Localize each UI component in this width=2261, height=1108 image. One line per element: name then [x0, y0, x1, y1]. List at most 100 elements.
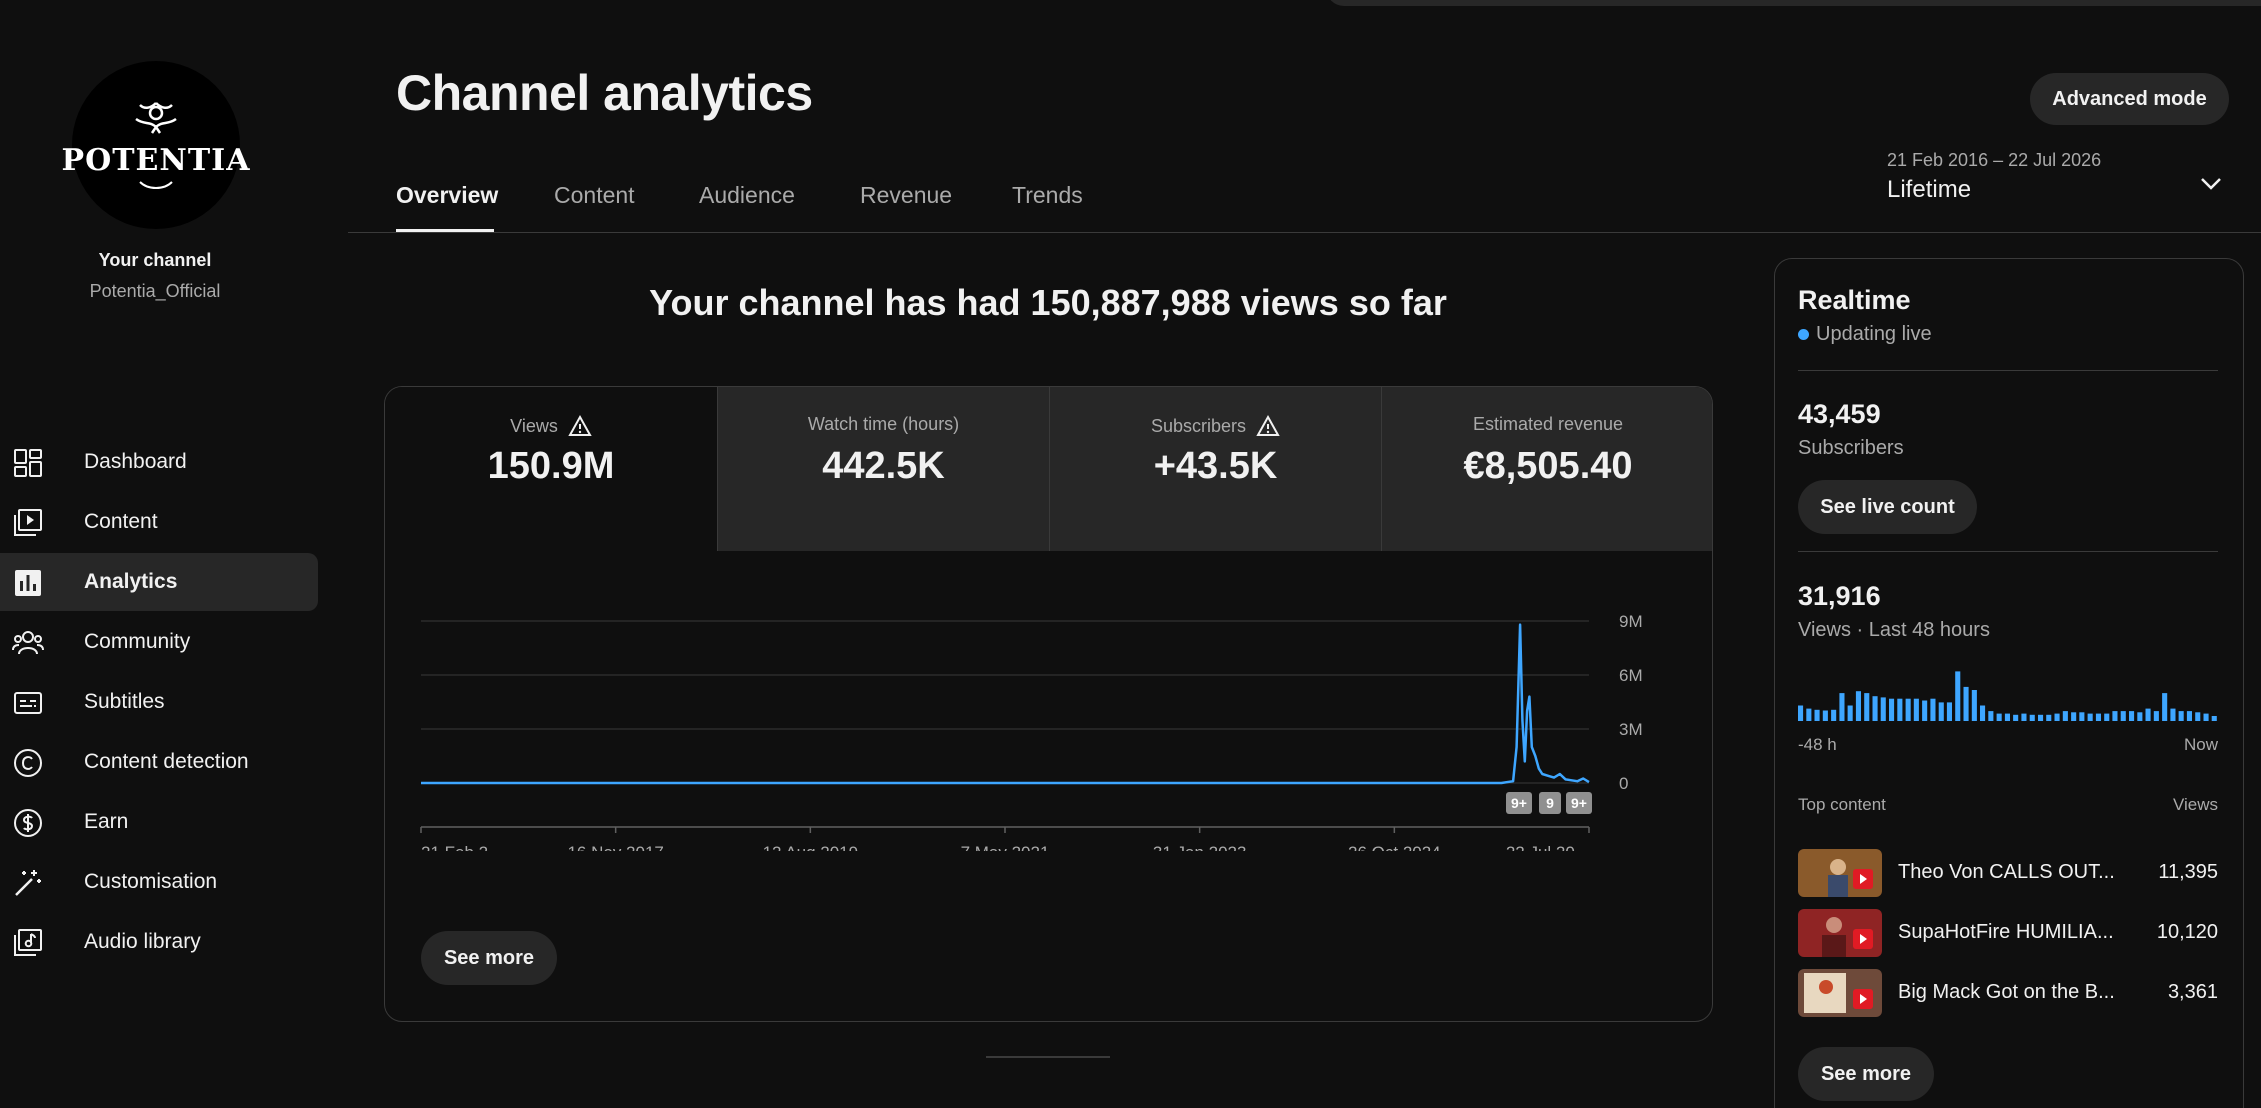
see-live-count-button[interactable]: See live count — [1798, 480, 1977, 534]
realtime-bar[interactable] — [2203, 713, 2209, 721]
warning-icon[interactable] — [1256, 414, 1280, 438]
metric-card-subscribers[interactable]: Subscribers +43.5K — [1049, 387, 1381, 551]
realtime-bar[interactable] — [1880, 697, 1886, 721]
realtime-bar[interactable] — [2178, 711, 2184, 721]
tab-content[interactable]: Content — [554, 182, 635, 209]
sidebar-item-label: Content detection — [84, 750, 249, 773]
realtime-bar[interactable] — [2137, 712, 2143, 721]
divider — [1798, 551, 2218, 552]
tab-audience[interactable]: Audience — [699, 182, 795, 209]
tab-revenue[interactable]: Revenue — [860, 182, 952, 209]
sidebar-item-dashboard[interactable]: Dashboard — [0, 433, 318, 491]
realtime-bar[interactable] — [1798, 705, 1804, 722]
realtime-bar[interactable] — [2013, 714, 2019, 721]
channel-avatar[interactable]: POTENTIA — [62, 61, 249, 229]
top-content-row[interactable]: Theo Von CALLS OUT... 11,395 — [1798, 849, 2218, 897]
realtime-bar[interactable] — [2195, 712, 2201, 721]
realtime-bar[interactable] — [1831, 709, 1837, 721]
tab-overview[interactable]: Overview — [396, 182, 498, 209]
realtime-bar[interactable] — [2021, 713, 2027, 721]
realtime-bar[interactable] — [2087, 713, 2093, 721]
channel-handle[interactable]: Potentia_Official — [0, 281, 310, 302]
sidebar-item-customisation[interactable]: Customisation — [0, 853, 318, 911]
realtime-bar[interactable] — [1922, 700, 1928, 722]
realtime-bar[interactable] — [1963, 686, 1969, 721]
realtime-bar[interactable] — [2062, 711, 2068, 721]
video-thumbnail[interactable] — [1798, 849, 1882, 897]
realtime-bar[interactable] — [1988, 711, 1994, 721]
sidebar-item-label: Content — [84, 510, 158, 533]
realtime-bar[interactable] — [1889, 698, 1895, 721]
realtime-bar[interactable] — [1822, 710, 1828, 722]
realtime-views-bar-chart[interactable] — [1798, 659, 2220, 721]
sidebar-item-content[interactable]: Content — [0, 493, 318, 551]
realtime-bar[interactable] — [2038, 714, 2044, 721]
realtime-bar[interactable] — [2145, 708, 2151, 721]
top-content-row[interactable]: SupaHotFire HUMILIA... 10,120 — [1798, 909, 2218, 957]
realtime-bar[interactable] — [2186, 711, 2192, 721]
realtime-bar[interactable] — [1864, 693, 1870, 721]
realtime-bar[interactable] — [2029, 714, 2035, 721]
views-line-chart[interactable]: 9M 6M 3M 0 21 Feb 2... 16 Nov 2017 12 Aug 2019… — [385, 551, 1713, 851]
realtime-bar[interactable] — [1955, 671, 1961, 721]
sidebar-item-audio-library[interactable]: Audio library — [0, 913, 318, 971]
realtime-bar[interactable] — [1996, 713, 2002, 721]
search-bar-edge[interactable] — [1326, 0, 2261, 6]
video-thumbnail[interactable] — [1798, 909, 1882, 957]
realtime-bar[interactable] — [1905, 698, 1911, 721]
tab-trends[interactable]: Trends — [1012, 182, 1083, 209]
realtime-bar[interactable] — [1855, 691, 1861, 721]
realtime-bar[interactable] — [2095, 713, 2101, 721]
realtime-bar[interactable] — [1872, 696, 1878, 721]
video-title: SupaHotFire HUMILIA... — [1898, 921, 2114, 943]
top-content-see-more-button[interactable]: See more — [1798, 1047, 1934, 1101]
realtime-bar[interactable] — [2153, 711, 2159, 721]
realtime-bar[interactable] — [2112, 711, 2118, 721]
realtime-bar[interactable] — [1897, 698, 1903, 721]
realtime-bar[interactable] — [1814, 709, 1820, 721]
metric-card-views[interactable]: Views 150.9M — [385, 387, 717, 551]
sidebar-item-earn[interactable]: Earn — [0, 793, 318, 851]
realtime-bar[interactable] — [1946, 702, 1952, 721]
realtime-bar[interactable] — [1847, 705, 1853, 722]
sidebar-item-analytics[interactable]: Analytics — [0, 553, 318, 611]
sidebar-item-content-detection[interactable]: Content detection — [0, 733, 318, 791]
annotation-marker-label: 9+ — [1511, 795, 1527, 811]
realtime-bar[interactable] — [1839, 693, 1845, 721]
realtime-bar[interactable] — [1930, 698, 1936, 721]
x-tick-label: 7 May 2021 — [961, 843, 1050, 851]
see-more-button[interactable]: See more — [421, 931, 557, 985]
realtime-bar[interactable] — [1913, 698, 1919, 721]
realtime-bar[interactable] — [2120, 711, 2126, 721]
advanced-mode-button[interactable]: Advanced mode — [2030, 73, 2229, 125]
video-thumbnail[interactable] — [1798, 969, 1882, 1017]
realtime-bar[interactable] — [2054, 713, 2060, 721]
video-title: Big Mack Got on the B... — [1898, 981, 2115, 1003]
top-content-row[interactable]: Big Mack Got on the B... 3,361 — [1798, 969, 2218, 1017]
realtime-bar[interactable] — [1980, 705, 1986, 722]
realtime-bar[interactable] — [1806, 708, 1812, 721]
realtime-bar[interactable] — [1971, 690, 1977, 721]
realtime-title: Realtime — [1798, 285, 1911, 315]
live-status: Updating live — [1798, 323, 1932, 346]
metric-card-revenue[interactable]: Estimated revenue €8,505.40 — [1381, 387, 1712, 551]
realtime-bar[interactable] — [2071, 712, 2077, 721]
realtime-bar[interactable] — [2104, 713, 2110, 721]
warning-icon[interactable] — [568, 414, 592, 438]
realtime-bar[interactable] — [2170, 708, 2176, 721]
metric-card-watch-time[interactable]: Watch time (hours) 442.5K — [717, 387, 1049, 551]
realtime-bar[interactable] — [1938, 702, 1944, 721]
analytics-page: POTENTIA Your channel Potentia_Official … — [0, 0, 2261, 1108]
x-tick-label: 31 Jan 2023 — [1153, 843, 1247, 851]
realtime-bar[interactable] — [2046, 714, 2052, 721]
realtime-bar[interactable] — [2004, 713, 2010, 721]
chevron-down-icon[interactable] — [2196, 168, 2226, 198]
bar-axis-end: Now — [2183, 735, 2218, 754]
realtime-bar[interactable] — [2129, 711, 2135, 721]
realtime-bar[interactable] — [2162, 693, 2168, 721]
realtime-bar[interactable] — [2211, 716, 2217, 721]
subscribers-label: Subscribers — [1798, 437, 1904, 459]
sidebar-item-community[interactable]: Community — [0, 613, 318, 671]
realtime-bar[interactable] — [2079, 712, 2085, 721]
sidebar-item-subtitles[interactable]: Subtitles — [0, 673, 318, 731]
